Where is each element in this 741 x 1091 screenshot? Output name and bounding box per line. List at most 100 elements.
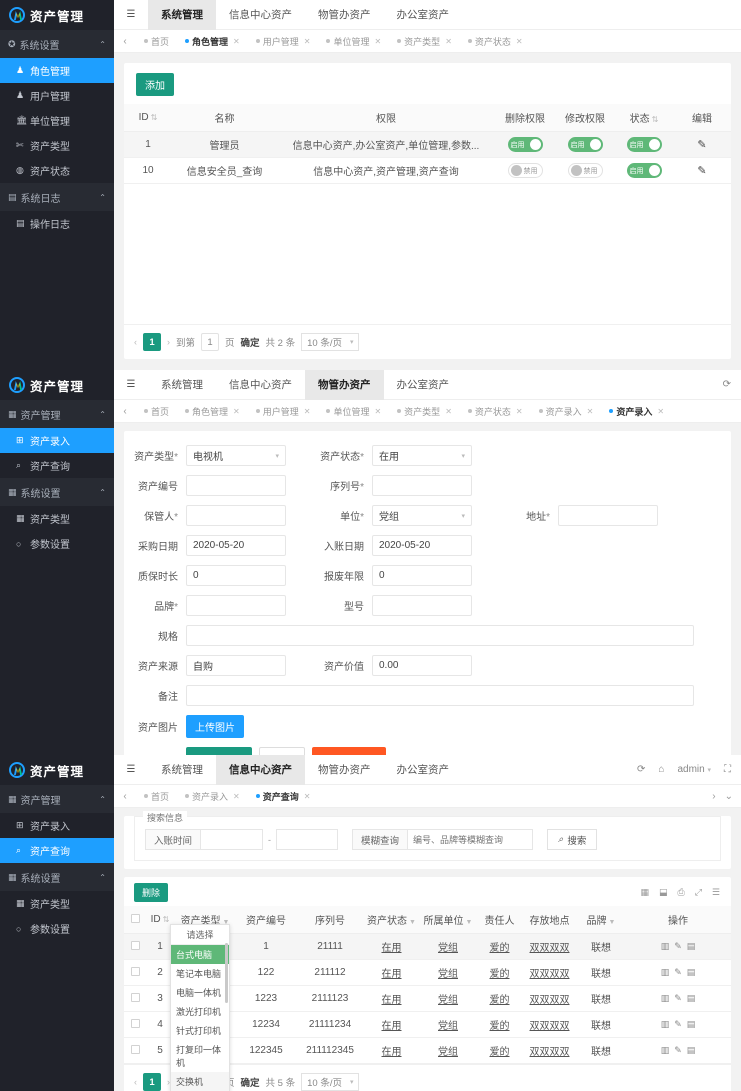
asset-no-input[interactable] (186, 475, 286, 496)
confirm-button[interactable]: 确定 (241, 1075, 260, 1089)
close-icon[interactable]: ✕ (657, 407, 664, 416)
sidebar-group-asset-management[interactable]: ▦ 资产管理 ⌃ (0, 785, 114, 813)
tab-asset-type[interactable]: 资产类型✕ (389, 30, 460, 53)
buy-date-input[interactable]: 2020-05-20 (186, 535, 286, 556)
tab-role-management[interactable]: 角色管理✕ (177, 30, 248, 53)
sidebar-item-unit-management[interactable]: 🏛 单位管理 (0, 108, 114, 133)
confirm-button[interactable]: 确定 (241, 335, 260, 349)
reset-button[interactable]: 重置 (259, 747, 305, 755)
refresh-icon[interactable]: ⟳ (637, 764, 645, 775)
submit-button[interactable]: 立即提交 (186, 747, 252, 755)
date-to-input[interactable] (276, 829, 338, 850)
sidebar-item-asset-state[interactable]: ◍ 资产状态 (0, 158, 114, 183)
th-state[interactable]: 状态⇅ (615, 104, 673, 132)
sidebar-group-system-settings[interactable]: ✪ 系统设置 ⌃ (0, 30, 114, 58)
sidebar-item-parameter-settings[interactable]: ○ 参数设置 (0, 531, 114, 556)
close-icon[interactable]: ✕ (233, 407, 240, 416)
tab-asset-query[interactable]: 资产查询✕ (248, 785, 319, 808)
qrcode-icon[interactable]: ▥ (661, 1019, 670, 1030)
sidebar-item-asset-query[interactable]: ⌕ 资产查询 (0, 453, 114, 478)
table-row[interactable]: 1请选择台式电脑笔记本电脑电脑一体机激光打印机针式打印机打复印一体机交换机121… (124, 934, 731, 960)
menu-icon[interactable]: ☰ (114, 379, 148, 390)
add-button[interactable]: 添加 (136, 73, 174, 96)
edit-icon[interactable]: ✎ (674, 941, 682, 952)
row-checkbox[interactable] (131, 1045, 140, 1054)
th-asset-state[interactable]: 资产状态▼ (364, 906, 419, 934)
asset-state-select[interactable]: 在用▾ (372, 445, 472, 466)
delete-icon[interactable]: ▤ (687, 941, 696, 952)
delete-icon[interactable]: ▤ (687, 1019, 696, 1030)
in-date-input[interactable]: 2020-05-20 (372, 535, 472, 556)
delete-icon[interactable]: ▤ (687, 1045, 696, 1056)
prev-page-icon[interactable]: ‹ (134, 1077, 137, 1087)
tab-asset-entry[interactable]: 资产录入✕ (177, 785, 248, 808)
asset-type-option[interactable]: 针式打印机 (171, 1021, 229, 1040)
topnav-item-property-office-assets[interactable]: 物管办资产 (305, 755, 384, 785)
delete-button[interactable]: 删除 (134, 883, 168, 902)
topnav-item-office-assets[interactable]: 办公室资产 (384, 370, 463, 400)
tab-unit-management[interactable]: 单位管理✕ (318, 400, 389, 423)
delete-icon[interactable]: ▤ (687, 967, 696, 978)
state-toggle[interactable]: 启用 (627, 163, 662, 178)
row-checkbox[interactable] (131, 1019, 140, 1028)
sidebar-item-asset-entry[interactable]: ⊞ 资产录入 (0, 428, 114, 453)
import-excel-button[interactable]: 从Excel导入 (312, 747, 386, 755)
tabs-menu-icon[interactable]: ⌄ (725, 791, 733, 802)
th-id[interactable]: ID⇅ (124, 104, 172, 132)
sidebar-item-parameter-settings[interactable]: ○ 参数设置 (0, 916, 114, 941)
sidebar-group-system-log[interactable]: ▤ 系统日志 ⌃ (0, 183, 114, 211)
sidebar-item-asset-entry[interactable]: ⊞ 资产录入 (0, 813, 114, 838)
tab-asset-state[interactable]: 资产状态✕ (460, 400, 531, 423)
topnav-item-info-center-assets[interactable]: 信息中心资产 (216, 755, 305, 785)
tab-home[interactable]: 首页 (136, 400, 177, 423)
date-from-input[interactable] (201, 829, 263, 850)
sidebar-item-asset-query[interactable]: ⌕ 资产查询 (0, 838, 114, 863)
tab-unit-management[interactable]: 单位管理✕ (318, 30, 389, 53)
tab-asset-entry-active[interactable]: 资产录入✕ (601, 400, 672, 423)
price-input[interactable]: 0.00 (372, 655, 472, 676)
prev-page-icon[interactable]: ‹ (134, 337, 137, 347)
tabs-scroll-right-icon[interactable]: › (712, 791, 715, 802)
fullscreen-icon[interactable]: ⤢ (694, 886, 703, 899)
close-icon[interactable]: ✕ (516, 37, 523, 46)
tabs-scroll-left-icon[interactable]: ‹ (114, 36, 136, 47)
sidebar-item-asset-type[interactable]: ▦ 资产类型 (0, 506, 114, 531)
edit-icon[interactable]: ✎ (697, 165, 706, 177)
sidebar-group-system-settings[interactable]: ▦ 系统设置 ⌃ (0, 478, 114, 506)
fullscreen-icon[interactable]: ⛶ (724, 764, 731, 775)
edit-icon[interactable]: ✎ (674, 967, 682, 978)
sidebar-item-user-management[interactable]: ♟ 用户管理 (0, 83, 114, 108)
warranty-input[interactable]: 0 (186, 565, 286, 586)
tab-user-management[interactable]: 用户管理✕ (248, 30, 319, 53)
th-unit[interactable]: 所属单位▼ (419, 906, 477, 934)
menu-icon[interactable]: ☰ (114, 764, 148, 775)
topnav-item-office-assets[interactable]: 办公室资产 (384, 0, 463, 30)
close-icon[interactable]: ✕ (445, 37, 452, 46)
tab-asset-entry[interactable]: 资产录入✕ (531, 400, 602, 423)
upload-image-button[interactable]: 上传图片 (186, 715, 244, 738)
close-icon[interactable]: ✕ (374, 407, 381, 416)
asset-type-dropdown-value[interactable]: 请选择 (171, 925, 229, 945)
modify-permission-toggle[interactable]: 禁用 (568, 163, 603, 178)
delete-permission-toggle[interactable]: 禁用 (508, 163, 543, 178)
qrcode-icon[interactable]: ▥ (661, 967, 670, 978)
per-page-select[interactable]: 10 条/页▾ (301, 333, 359, 351)
scrap-input[interactable]: 0 (372, 565, 472, 586)
qrcode-icon[interactable]: ▥ (661, 993, 670, 1004)
sidebar-item-asset-type[interactable]: ▦ 资产类型 (0, 891, 114, 916)
topnav-item-info-center-assets[interactable]: 信息中心资产 (216, 0, 305, 30)
qrcode-icon[interactable]: ▥ (661, 1045, 670, 1056)
topnav-item-system-management[interactable]: 系统管理 (148, 370, 216, 400)
table-row[interactable]: 10 信息安全员_查询 信息中心资产,资产管理,资产查询 禁用 禁用 启用 ✎ (124, 158, 731, 184)
close-icon[interactable]: ✕ (304, 792, 311, 801)
asset-type-dropdown[interactable]: 请选择台式电脑笔记本电脑电脑一体机激光打印机针式打印机打复印一体机交换机 (170, 924, 230, 1091)
state-toggle[interactable]: 启用 (627, 137, 662, 152)
close-icon[interactable]: ✕ (374, 37, 381, 46)
refresh-icon[interactable]: ⟳ (723, 379, 731, 390)
row-checkbox[interactable] (131, 993, 140, 1002)
sidebar-group-asset-management[interactable]: ▦ 资产管理 ⌃ (0, 400, 114, 428)
column-filter-icon[interactable]: ▦ (639, 886, 650, 899)
address-input[interactable] (558, 505, 658, 526)
help-icon[interactable]: ☰ (711, 886, 721, 899)
tab-user-management[interactable]: 用户管理✕ (248, 400, 319, 423)
